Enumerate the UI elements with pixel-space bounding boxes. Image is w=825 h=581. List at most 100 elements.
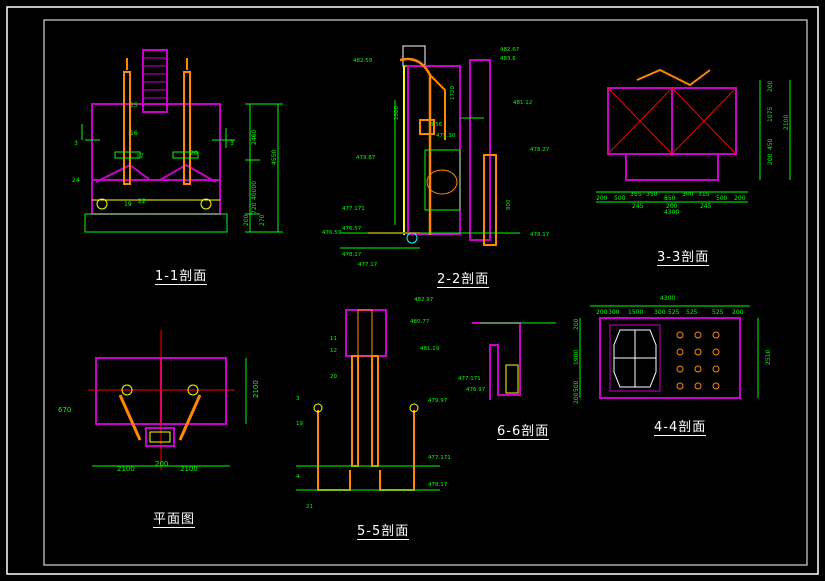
s22-dim: 800 xyxy=(506,199,512,210)
title-plan: 平面图 xyxy=(153,512,196,528)
s11-tag: 3 xyxy=(74,140,78,147)
title-section-2-2: 2-2剖面 xyxy=(437,272,490,288)
section-4-4-labels: 4300 200 300 1500 300 525 525 525 200 25… xyxy=(573,295,772,404)
s22-elev: 478.27 xyxy=(530,147,550,153)
s55-elev: 482.97 xyxy=(414,297,434,303)
s44-top: 200 xyxy=(596,309,608,316)
title-section-3-3: 3-3剖面 xyxy=(657,250,710,266)
s11-dim-c: 40000 xyxy=(251,181,258,200)
s44-top: 300 xyxy=(654,309,666,316)
s55-elev: 480.77 xyxy=(410,319,430,325)
inner-frame xyxy=(43,19,808,566)
s55-tag: 12 xyxy=(330,348,337,354)
s33-dim: 1075 xyxy=(767,107,774,122)
s33-row: 355 xyxy=(630,191,642,198)
s44-top: 1500 xyxy=(628,309,643,316)
s22-dim: 3.56 xyxy=(430,122,443,128)
s22-elev: 478.17 xyxy=(530,232,550,238)
plan-labels: 2100 2100 200 2100 670 xyxy=(58,380,260,473)
title-section-1-1: 1-1剖面 xyxy=(155,269,208,285)
plan-dim: 2100 xyxy=(252,380,260,398)
s22-elev: 476.57 xyxy=(342,226,362,232)
cad-drawing: 2460 4550 40000 720 200 270 15 16 17 20 … xyxy=(6,6,819,575)
title-section-6-6: 6-6剖面 xyxy=(497,424,550,440)
s55-tag: 11 xyxy=(330,336,337,342)
section-1-1-labels: 2460 4550 40000 720 200 270 15 16 17 20 … xyxy=(72,102,278,226)
s33-dim: 200 xyxy=(767,80,774,92)
s22-dim: 1720 xyxy=(450,86,456,100)
s44-side: 500 xyxy=(573,380,580,392)
s55-elev: 481.19 xyxy=(420,346,440,352)
s11-tag: 20 xyxy=(190,150,198,157)
s44-side: 1900 xyxy=(573,350,580,365)
title-section-4-4: 4-4剖面 xyxy=(654,420,707,436)
s44-side: 200 xyxy=(573,318,580,330)
s22-elev: 477.171 xyxy=(342,206,365,212)
s11-dim-e: 200 xyxy=(243,214,250,226)
outer-frame xyxy=(6,6,819,575)
s33-row2: 245 xyxy=(632,203,644,210)
plan-dim: 200 xyxy=(155,460,168,468)
s22-dim: 1300 xyxy=(394,106,400,120)
s55-elev: 477.171 xyxy=(428,455,451,461)
section-2-2-drawing xyxy=(340,45,520,249)
s11-dim-d: 720 xyxy=(251,202,258,214)
s22-elev: 483.6 xyxy=(500,56,516,62)
s44-dim-w: 4300 xyxy=(660,295,675,302)
s22-elev: 481.12 xyxy=(513,100,532,106)
s33-dim-w: 4300 xyxy=(664,209,679,216)
s22-elev: 482.59 xyxy=(353,58,373,64)
s11-tag: 3 xyxy=(230,140,234,147)
s33-row: 350 xyxy=(646,191,658,198)
s33-row: 200 xyxy=(596,195,608,202)
s33-row: 315 xyxy=(698,191,710,198)
s33-dim: 2100 xyxy=(783,115,790,130)
s55-tag: 4 xyxy=(296,474,300,480)
s33-dim: 450 xyxy=(767,138,774,150)
section-6-6-labels: 477.171 476.97 xyxy=(458,376,486,393)
s22-elev: 476.57 xyxy=(322,230,342,236)
plan-dim: 2100 xyxy=(180,465,198,473)
s44-top: 300 xyxy=(608,309,620,316)
s11-tag: 19 xyxy=(124,201,132,208)
plan-drawing xyxy=(88,330,247,470)
s55-tag: 3 xyxy=(296,396,300,402)
s11-tag: 24 xyxy=(72,177,80,184)
s22-elev: 482.67 xyxy=(500,47,520,53)
s44-top: 525 xyxy=(712,309,724,316)
s66-elev: 476.97 xyxy=(466,387,486,393)
s11-tag: 16 xyxy=(130,130,138,137)
s33-row: 500 xyxy=(614,195,626,202)
s44-top: 200 xyxy=(732,309,744,316)
s11-tag: 15 xyxy=(130,102,138,109)
s55-elev: 478.17 xyxy=(428,482,448,488)
s33-row: 300 xyxy=(682,191,694,198)
section-5-5-labels: 482.97 480.77 481.19 479.97 477.171 478.… xyxy=(296,297,451,510)
s33-row: 850 xyxy=(664,195,676,202)
section-3-3-drawing xyxy=(596,68,791,203)
s44-top: 525 xyxy=(668,309,680,316)
s22-elev: 479.87 xyxy=(356,155,376,161)
s44-h: 2510 xyxy=(765,350,772,365)
s33-row: 500 xyxy=(716,195,728,202)
s55-elev: 479.97 xyxy=(428,398,448,404)
section-5-5-drawing xyxy=(296,309,440,491)
s55-tag: 20 xyxy=(330,374,337,380)
s22-elev: 479.30 xyxy=(436,133,456,139)
section-3-3-labels: 4300 200 1075 200 2100 450 200 500 355 3… xyxy=(596,80,790,216)
s33-row: 200 xyxy=(734,195,746,202)
plan-dim: 670 xyxy=(58,406,71,414)
title-section-5-5: 5-5剖面 xyxy=(357,524,410,540)
s33-row2: 200 xyxy=(666,203,678,210)
s55-tag: 19 xyxy=(296,421,303,427)
s11-tag: 17 xyxy=(136,153,144,160)
s11-dim-f: 270 xyxy=(259,214,266,226)
s33-row2: 245 xyxy=(700,203,712,210)
s11-dim-a: 2460 xyxy=(251,130,258,145)
s11-dim-b: 4550 xyxy=(271,150,278,165)
s66-elev: 477.171 xyxy=(458,376,481,382)
section-4-4-drawing xyxy=(579,305,759,399)
s33-dim: 200 xyxy=(767,153,774,165)
s44-side: 200 xyxy=(573,392,580,404)
s22-elev: 478.17 xyxy=(342,252,362,258)
